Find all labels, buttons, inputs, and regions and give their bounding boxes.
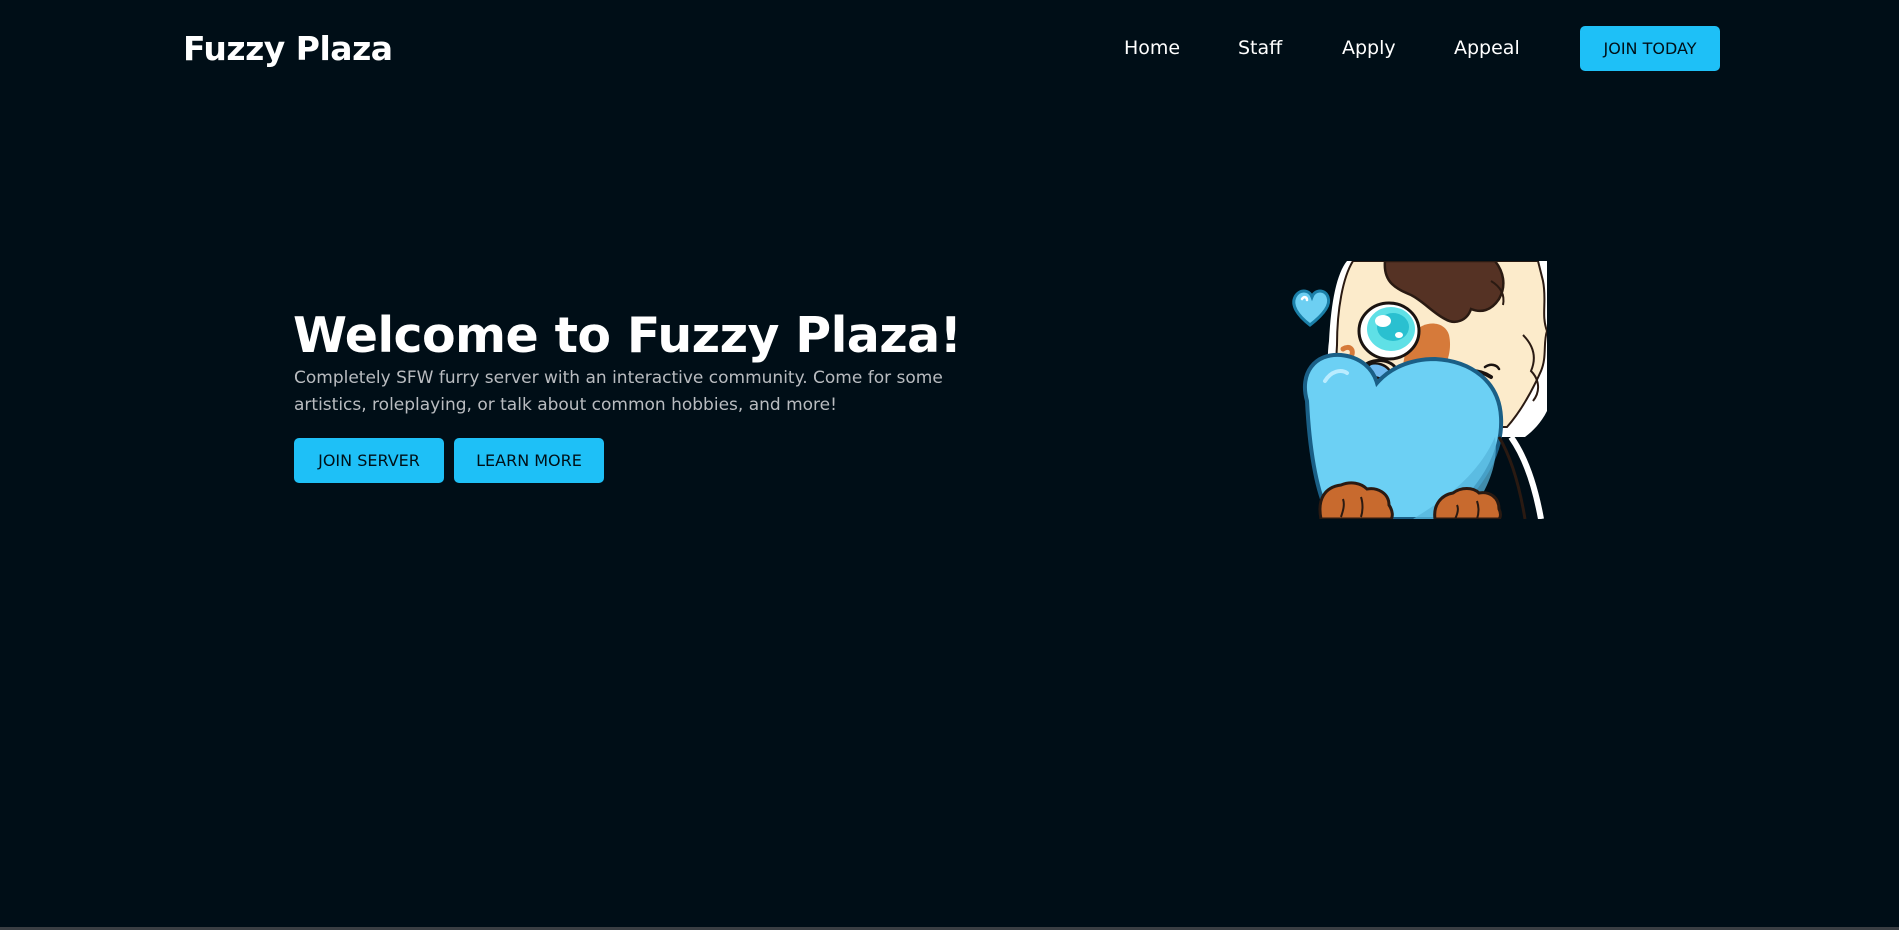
top-nav: Fuzzy Plaza Home Staff Apply Appeal JOIN… <box>0 0 1899 96</box>
hero-title: Welcome to Fuzzy Plaza! <box>293 307 962 364</box>
page: Fuzzy Plaza Home Staff Apply Appeal JOIN… <box>0 0 1899 930</box>
learn-more-button[interactable]: LEARN MORE <box>454 438 604 483</box>
mascot-illustration <box>1292 261 1547 519</box>
join-server-button[interactable]: JOIN SERVER <box>294 438 444 483</box>
brand-logo[interactable]: Fuzzy Plaza <box>183 27 393 71</box>
eye-icon <box>1357 301 1421 361</box>
nav-link-home[interactable]: Home <box>1124 33 1180 63</box>
small-heart-icon <box>1292 289 1331 327</box>
nav-link-staff[interactable]: Staff <box>1238 33 1282 63</box>
nav-link-appeal[interactable]: Appeal <box>1454 33 1520 63</box>
hero-description: Completely SFW furry server with an inte… <box>294 368 943 415</box>
nav-link-apply[interactable]: Apply <box>1342 33 1396 63</box>
join-today-button[interactable]: JOIN TODAY <box>1580 26 1720 71</box>
